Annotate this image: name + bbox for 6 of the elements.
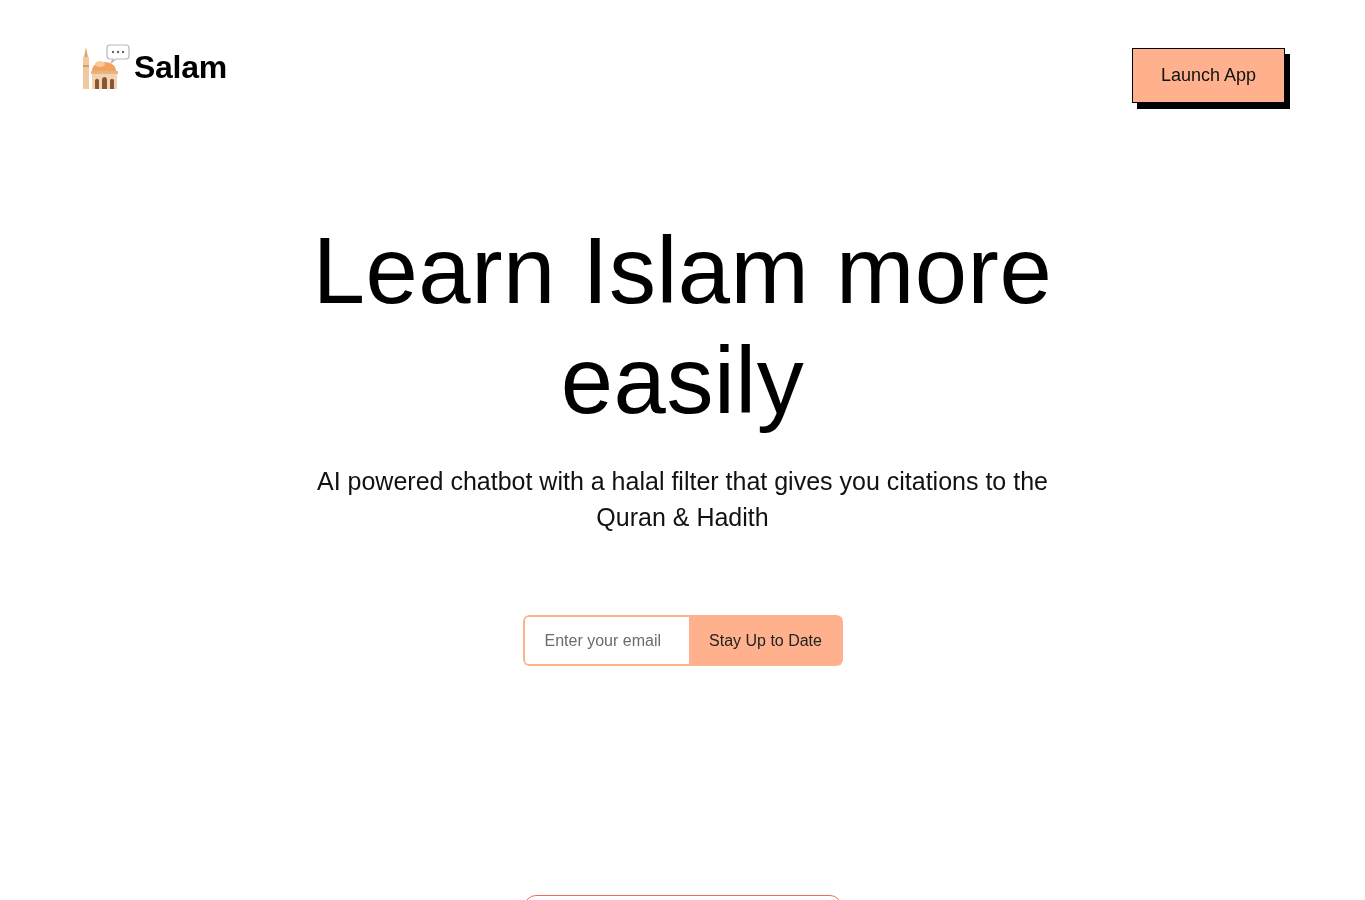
hero-subtitle: AI powered chatbot with a halal filter that gives you citations to the Quran & Hadith: [316, 466, 1049, 533]
logo-text: Salam: [134, 48, 227, 86]
mosque-with-speech-bubble-icon: [80, 43, 130, 91]
subscribe-button[interactable]: Stay Up to Date: [688, 615, 843, 666]
email-field[interactable]: Enter your email: [522, 615, 689, 666]
hero-title: Learn Islam more easily: [311, 217, 1054, 435]
